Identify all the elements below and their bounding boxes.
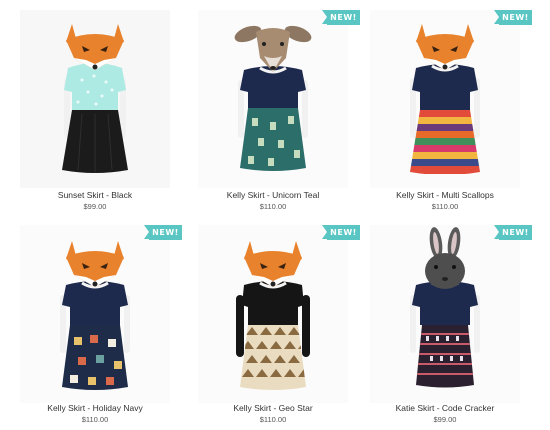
product-name[interactable]: Kelly Skirt - Unicorn Teal [178,190,368,200]
product-price: $110.00 [81,415,109,424]
new-badge: NEW! [494,225,532,240]
product-price: $110.00 [259,415,287,424]
product-image[interactable] [20,10,170,188]
product-image[interactable] [198,10,348,188]
product-price: $110.00 [259,202,287,211]
product-name[interactable]: Sunset Skirt - Black [0,190,190,200]
new-badge: NEW! [322,10,360,25]
product-image[interactable] [370,225,520,403]
product-name[interactable]: Katie Skirt - Code Cracker [350,403,540,413]
new-badge: NEW! [144,225,182,240]
product-grid: Sunset Skirt - Black $99.00 NEW! Kelly S… [0,0,550,430]
product-image[interactable] [370,10,520,188]
product-name[interactable]: Kelly Skirt - Holiday Navy [0,403,190,413]
product-name[interactable]: Kelly Skirt - Geo Star [178,403,368,413]
product-price: $99.00 [83,202,107,211]
product-name[interactable]: Kelly Skirt - Multi Scallops [350,190,540,200]
product-price: $110.00 [431,202,459,211]
product-image[interactable] [20,225,170,403]
product-image[interactable] [198,225,348,403]
product-price: $99.00 [433,415,457,424]
new-badge: NEW! [322,225,360,240]
new-badge: NEW! [494,10,532,25]
